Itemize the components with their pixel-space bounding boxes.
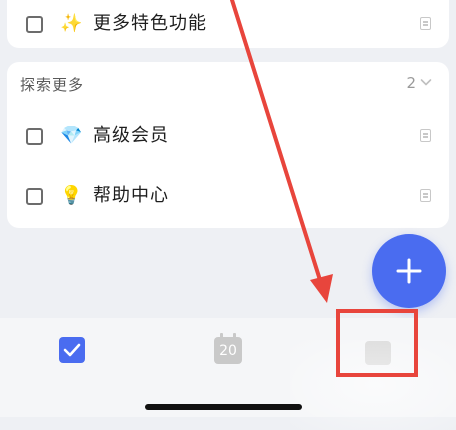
annotation-arrow-line — [230, 0, 322, 282]
home-indicator[interactable] — [145, 404, 302, 410]
annotation-highlight-box — [336, 309, 418, 377]
annotation-arrow-head — [310, 274, 333, 303]
annotation-overlay — [230, 0, 418, 377]
